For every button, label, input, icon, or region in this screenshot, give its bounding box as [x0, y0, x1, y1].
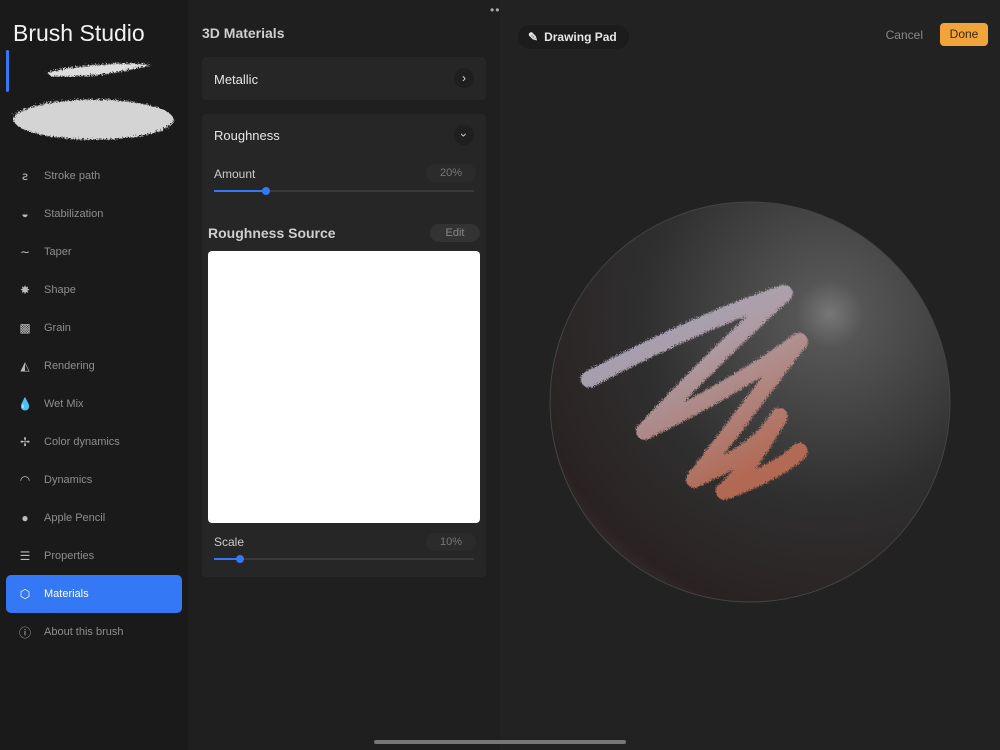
chevron-right-icon[interactable]: › — [454, 68, 474, 88]
roughness-card: Roughness › Amount 20% Roughness Source … — [202, 114, 486, 577]
home-indicator[interactable] — [374, 740, 626, 744]
sidebar-item-label: Color dynamics — [44, 436, 120, 448]
sidebar-item-label: Shape — [44, 284, 76, 296]
sidebar-item-dynamics[interactable]: ◠ Dynamics — [6, 461, 182, 499]
list-icon: ☰ — [19, 549, 31, 563]
sidebar-item-label: Rendering — [44, 360, 95, 372]
scale-value[interactable]: 10% — [426, 533, 476, 551]
material-sphere-preview[interactable] — [548, 200, 952, 604]
sidebar-item-properties[interactable]: ☰ Properties — [6, 537, 182, 575]
roughness-source-label: Roughness Source — [208, 225, 336, 241]
drawing-pad-label: Drawing Pad — [544, 30, 617, 44]
taper-icon: ∼ — [19, 245, 31, 259]
sidebar-item-wet-mix[interactable]: 💧 Wet Mix — [6, 385, 182, 423]
roughness-label: Roughness — [214, 128, 280, 143]
stabilization-icon: ◒ — [21, 207, 29, 221]
sidebar-item-stabilization[interactable]: ◒ Stabilization — [6, 195, 182, 233]
sidebar-item-label: Properties — [44, 550, 95, 562]
edit-button[interactable]: Edit — [430, 224, 480, 242]
section-title: 3D Materials — [202, 25, 285, 41]
slider-handle[interactable] — [236, 555, 244, 563]
cube-icon: ⬡ — [19, 587, 31, 601]
amount-value[interactable]: 20% — [426, 164, 476, 182]
sidebar-item-materials[interactable]: ⬡ Materials — [6, 575, 182, 613]
selected-brush-indicator — [6, 50, 9, 92]
drawing-pad[interactable]: ✎ Drawing Pad Cancel Done — [500, 0, 1000, 750]
sidebar-item-label: Grain — [44, 322, 71, 334]
metallic-label: Metallic — [214, 72, 259, 87]
shape-icon: ✸ — [19, 283, 31, 297]
sidebar-item-apple-pencil[interactable]: ● Apple Pencil — [6, 499, 182, 537]
sidebar-item-label: Stroke path — [44, 170, 101, 182]
sidebar-item-label: Stabilization — [44, 208, 104, 220]
cancel-button[interactable]: Cancel — [886, 28, 923, 42]
grain-icon: ▩ — [19, 321, 31, 335]
sidebar-item-about-this-brush[interactable]: ⓘ About this brush — [6, 613, 182, 651]
sidebar-item-color-dynamics[interactable]: ✢ Color dynamics — [6, 423, 182, 461]
sidebar-item-shape[interactable]: ✸ Shape — [6, 271, 182, 309]
sidebar-item-rendering[interactable]: ◭ Rendering — [6, 347, 182, 385]
scale-label: Scale — [214, 535, 245, 549]
sidebar-item-stroke-path[interactable]: ꙅ Stroke path — [6, 157, 182, 195]
sidebar-item-label: Materials — [44, 588, 89, 600]
sidebar-item-label: About this brush — [44, 626, 124, 638]
amount-slider[interactable] — [214, 187, 474, 195]
gauge-icon: ◠ — [19, 473, 31, 487]
edit-icon: ✎ — [528, 30, 539, 44]
scale-slider[interactable] — [214, 555, 474, 563]
pencil-info-icon: ● — [21, 511, 29, 525]
sidebar-item-label: Apple Pencil — [44, 512, 106, 524]
app-title: Brush Studio — [13, 20, 145, 46]
stroke-path-icon: ꙅ — [21, 169, 29, 183]
metallic-row[interactable]: Metallic › — [202, 57, 486, 100]
info-icon: ⓘ — [18, 625, 31, 640]
sidebar-item-grain[interactable]: ▩ Grain — [6, 309, 182, 347]
sidebar-item-label: Dynamics — [44, 474, 93, 486]
roughness-source-preview[interactable] — [208, 251, 480, 523]
slider-handle[interactable] — [262, 187, 270, 195]
brush-preview[interactable] — [10, 55, 180, 145]
droplet-icon: 💧 — [17, 397, 33, 411]
done-button[interactable]: Done — [940, 23, 988, 46]
sidebar-item-label: Wet Mix — [44, 398, 84, 410]
amount-label: Amount — [214, 167, 256, 181]
rendering-icon: ◭ — [20, 359, 30, 373]
settings-panel: 3D Materials Metallic › Roughness › Amou… — [188, 0, 500, 750]
drawing-pad-button[interactable]: ✎ Drawing Pad — [518, 25, 629, 49]
sidebar: Brush Studio ꙅ Stroke path ◒ Stabilization ∼… — [0, 0, 188, 750]
sidebar-item-label: Taper — [44, 246, 72, 258]
pinwheel-icon: ✢ — [19, 435, 31, 449]
chevron-down-icon[interactable]: › — [454, 125, 474, 145]
sidebar-item-taper[interactable]: ∼ Taper — [6, 233, 182, 271]
